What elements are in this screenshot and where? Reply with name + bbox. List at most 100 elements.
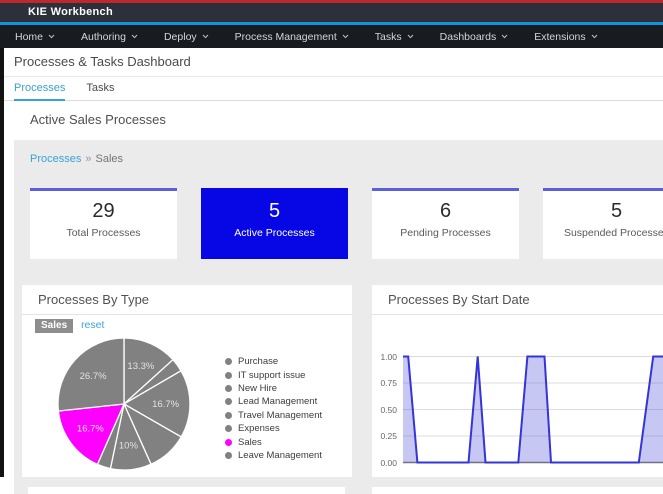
nav-item-tasks[interactable]: Tasks bbox=[362, 25, 427, 48]
y-axis-tick-label: 0.50 bbox=[372, 405, 397, 415]
tab-tasks[interactable]: Tasks bbox=[86, 78, 114, 101]
filter-badge-sales: Sales bbox=[35, 319, 73, 333]
legend-dot-icon bbox=[225, 385, 232, 392]
legend-label: Expenses bbox=[238, 423, 280, 434]
legend-label: Travel Management bbox=[238, 410, 322, 421]
caret-down-icon bbox=[48, 34, 55, 39]
breadcrumb-separator: » bbox=[85, 153, 91, 165]
nav-item-process-management[interactable]: Process Management bbox=[222, 25, 362, 48]
legend-item-it-support-issue[interactable]: IT support issue bbox=[225, 368, 322, 381]
nav-item-extensions[interactable]: Extensions bbox=[521, 25, 610, 48]
processes-by-start-date-panel: Processes By Start Date 1.00 0.75 0.50 0.25… bbox=[372, 285, 663, 477]
y-axis-tick-label: 1.00 bbox=[372, 352, 397, 362]
tab-processes[interactable]: Processes bbox=[14, 78, 65, 101]
page-title-bar: Processes & Tasks Dashboard bbox=[4, 48, 663, 77]
y-axis-tick-label: 0.00 bbox=[372, 458, 397, 468]
legend-item-new-hire[interactable]: New Hire bbox=[225, 382, 322, 395]
bottom-panel-left bbox=[28, 487, 345, 494]
nav-item-dashboards[interactable]: Dashboards bbox=[427, 25, 522, 48]
legend-item-purchase[interactable]: Purchase bbox=[225, 355, 322, 368]
metric-label: Total Processes bbox=[30, 227, 177, 239]
metric-card-total-processes[interactable]: 29 Total Processes bbox=[30, 188, 177, 259]
nav-list: Home Authoring Deploy Process Management Tas… bbox=[0, 25, 663, 48]
legend-label: IT support issue bbox=[238, 370, 305, 381]
filter-reset-link[interactable]: reset bbox=[81, 319, 104, 331]
kie-workbench-screen: KIE Workbench Home Authoring Deploy Process… bbox=[0, 0, 663, 494]
nav-item-label: Process Management bbox=[235, 31, 337, 43]
filter-row: Sales reset bbox=[35, 319, 104, 333]
nav-item-label: Dashboards bbox=[440, 31, 497, 43]
metric-card-suspended-processes[interactable]: 5 Suspended Processes bbox=[543, 188, 663, 259]
nav-item-label: Authoring bbox=[81, 31, 126, 43]
metric-value: 5 bbox=[201, 200, 348, 223]
pie-chart[interactable]: 13.3% 16.7% 10% 16.7% 26.7% bbox=[57, 337, 191, 471]
metric-card-active-processes[interactable]: 5 Active Processes bbox=[201, 188, 348, 259]
legend-item-sales[interactable]: Sales bbox=[225, 435, 322, 448]
legend-dot-icon bbox=[225, 452, 232, 459]
metric-value: 29 bbox=[30, 200, 177, 223]
panel-title-processes-by-type: Processes By Type bbox=[22, 285, 352, 315]
metric-value: 6 bbox=[372, 200, 519, 223]
breadcrumb-sales: Sales bbox=[95, 153, 123, 165]
nav-item-home[interactable]: Home bbox=[2, 25, 68, 48]
caret-down-icon bbox=[591, 34, 598, 39]
processes-by-type-panel: Processes By Type Sales reset 13.3% 16.7%… bbox=[22, 285, 352, 477]
pie-slice-label: 16.7% bbox=[77, 424, 104, 435]
page-title: Processes & Tasks Dashboard bbox=[14, 48, 191, 76]
legend-dot-icon bbox=[225, 358, 232, 365]
metric-cards-row: 29 Total Processes 5 Active Processes 6 Pendi… bbox=[30, 188, 663, 259]
caret-down-icon bbox=[202, 34, 209, 39]
nav-item-label: Tasks bbox=[375, 31, 402, 43]
legend-label: Leave Management bbox=[238, 450, 322, 461]
tabs-bar: Processes Tasks bbox=[4, 78, 663, 101]
nav-item-label: Deploy bbox=[164, 31, 197, 43]
legend-label: Purchase bbox=[238, 356, 278, 367]
pie-slice-label: 13.3% bbox=[127, 361, 154, 372]
legend-item-expenses[interactable]: Expenses bbox=[225, 422, 322, 435]
legend-dot-icon bbox=[225, 439, 232, 446]
bottom-panel-right bbox=[372, 487, 663, 494]
y-axis-tick-label: 0.75 bbox=[372, 378, 397, 388]
caret-down-icon bbox=[342, 34, 349, 39]
legend-dot-icon bbox=[225, 398, 232, 405]
y-axis-tick-label: 0.25 bbox=[372, 431, 397, 441]
legend-dot-icon bbox=[225, 412, 232, 419]
dashboard-content: Processes » Sales 29 Total Processes 5 Active… bbox=[14, 140, 663, 494]
pie-slice-label: 16.7% bbox=[152, 399, 179, 410]
breadcrumb-processes[interactable]: Processes bbox=[30, 153, 81, 165]
breadcrumb: Processes » Sales bbox=[30, 153, 123, 165]
legend-label: New Hire bbox=[238, 383, 277, 394]
caret-down-icon bbox=[501, 34, 508, 39]
legend-label: Sales bbox=[238, 437, 262, 448]
legend-dot-icon bbox=[225, 425, 232, 432]
collapsed-panel-handle[interactable] bbox=[0, 48, 4, 477]
processes-by-type-body: Sales reset 13.3% 16.7% 10% 16.7% 26.7% Purc… bbox=[22, 315, 352, 476]
pie-slice-label: 10% bbox=[119, 440, 139, 451]
brand-logo[interactable]: KIE Workbench bbox=[28, 3, 113, 22]
caret-down-icon bbox=[131, 34, 138, 39]
legend-item-lead-management[interactable]: Lead Management bbox=[225, 395, 322, 408]
nav-item-label: Home bbox=[15, 31, 43, 43]
area-chart[interactable] bbox=[403, 354, 663, 466]
metric-value: 5 bbox=[543, 200, 663, 223]
legend-label: Lead Management bbox=[238, 396, 317, 407]
pie-legend: Purchase IT support issue New Hire Lead Man… bbox=[225, 355, 322, 462]
nav-item-authoring[interactable]: Authoring bbox=[68, 25, 151, 48]
section-bar: Active Sales Processes bbox=[4, 102, 663, 140]
main-nav: Home Authoring Deploy Process Management Tas… bbox=[0, 25, 663, 48]
nav-item-label: Extensions bbox=[534, 31, 585, 43]
metric-card-pending-processes[interactable]: 6 Pending Processes bbox=[372, 188, 519, 259]
masthead: KIE Workbench bbox=[0, 3, 663, 22]
nav-item-deploy[interactable]: Deploy bbox=[151, 25, 222, 48]
legend-dot-icon bbox=[225, 372, 232, 379]
legend-item-travel-management[interactable]: Travel Management bbox=[225, 409, 322, 422]
metric-label: Suspended Processes bbox=[543, 227, 663, 239]
caret-down-icon bbox=[407, 34, 414, 39]
legend-item-leave-management[interactable]: Leave Management bbox=[225, 449, 322, 462]
metric-label: Active Processes bbox=[201, 227, 348, 239]
processes-by-start-date-body: 1.00 0.75 0.50 0.25 0.00 bbox=[372, 315, 663, 476]
metric-label: Pending Processes bbox=[372, 227, 519, 239]
section-title: Active Sales Processes bbox=[30, 102, 166, 138]
panel-title-processes-by-start-date: Processes By Start Date bbox=[372, 285, 663, 315]
pie-slice-label: 26.7% bbox=[80, 371, 107, 382]
